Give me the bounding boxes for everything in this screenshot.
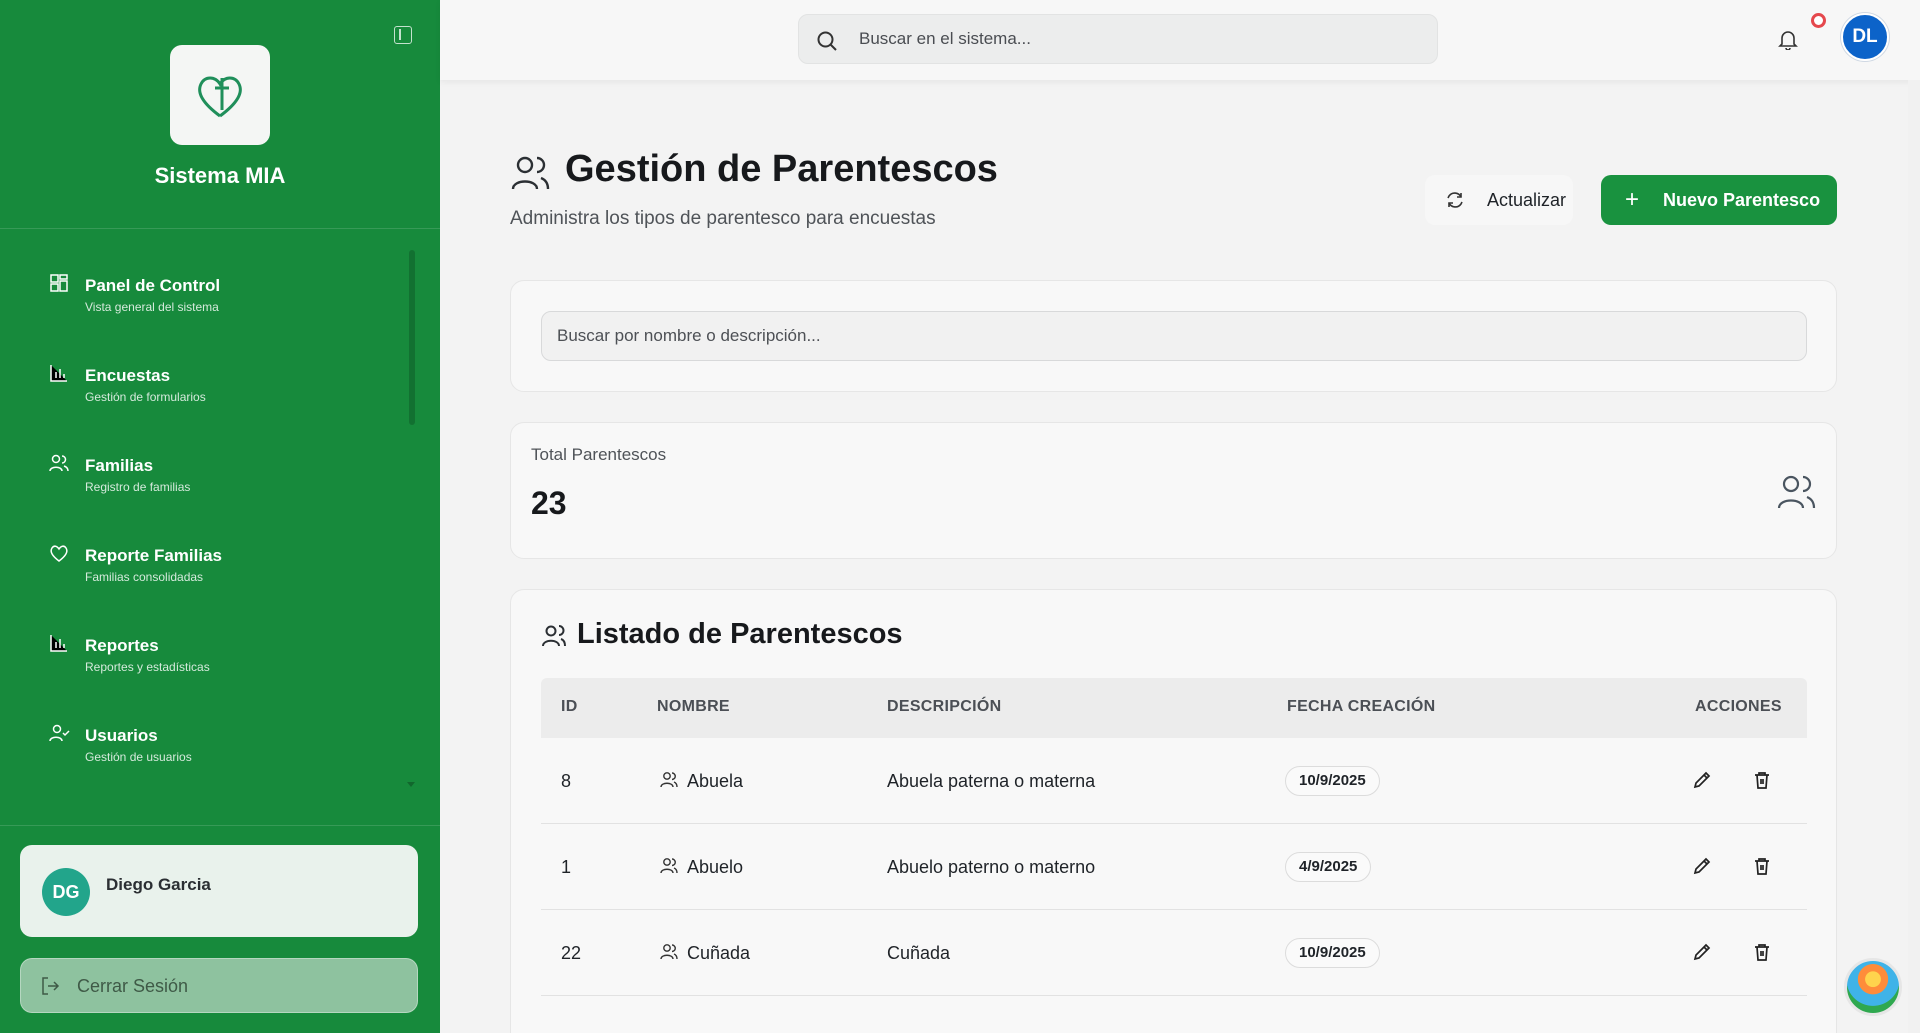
page-scrollbar[interactable] <box>1908 80 1920 1033</box>
table-row: 8 Abuela Abuela paterna o materna 10/9/2… <box>541 738 1807 824</box>
list-card: Listado de Parentescos ID NOMBRE DESCRIP… <box>510 589 1837 1033</box>
brand-title: Sistema MIA <box>154 163 286 188</box>
table-header: ID NOMBRE DESCRIPCIÓN FECHA CREACIÓN ACC… <box>541 678 1807 738</box>
sidebar-item-label: Familias <box>85 456 154 475</box>
users-icon <box>511 156 550 190</box>
stat-card: Total Parentescos 23 <box>510 422 1837 559</box>
users-icon <box>49 454 69 472</box>
top-bar: DL <box>440 0 1920 80</box>
user-check-icon <box>49 724 70 742</box>
brand-logo <box>170 45 270 145</box>
plus-icon: + <box>1625 186 1640 213</box>
stat-label: Total Parentescos <box>531 445 667 464</box>
sidebar-item-label: Reporte Familias <box>85 546 222 565</box>
profile-avatar[interactable]: DL <box>1841 13 1889 61</box>
cell-nombre: Cuñada <box>687 943 751 963</box>
cell-id: 1 <box>561 857 572 877</box>
new-parentesco-label: Nuevo Parentesco <box>1663 190 1821 210</box>
sidebar-item-reportes[interactable]: Reportes Reportes y estadísticas <box>0 610 420 680</box>
edit-icon[interactable] <box>1691 941 1713 963</box>
refresh-label: Actualizar <box>1487 190 1567 210</box>
edit-icon[interactable] <box>1691 855 1713 877</box>
refresh-button[interactable]: Actualizar <box>1425 175 1573 225</box>
sidebar-item-sublabel: Familias consolidadas <box>85 570 204 584</box>
sidebar-item-label: Usuarios <box>85 726 158 745</box>
cell-nombre: Abuela <box>687 771 744 791</box>
date-badge: 10/9/2025 <box>1285 766 1380 796</box>
trash-icon[interactable] <box>1751 769 1773 791</box>
sidebar-item-sublabel: Gestión de formularios <box>85 390 206 404</box>
users-icon <box>660 858 678 874</box>
logout-button[interactable]: Cerrar Sesión <box>20 958 418 1013</box>
sidebar-item-usuarios[interactable]: Usuarios Gestión de usuarios <box>0 700 420 770</box>
floating-widget-button[interactable] <box>1844 958 1902 1016</box>
column-header-nombre: NOMBRE <box>657 698 730 715</box>
heart-icon <box>50 545 68 562</box>
sidebar-item-label: Reportes <box>85 636 159 655</box>
trash-icon[interactable] <box>1751 855 1773 877</box>
page-title: Gestión de Parentescos <box>565 148 998 190</box>
sidebar-item-reporte-familias[interactable]: Reporte Familias Familias consolidadas <box>0 520 420 590</box>
sidebar-scrollbar[interactable] <box>409 250 415 425</box>
sidebar-item-sublabel: Registro de familias <box>85 480 191 494</box>
users-icon <box>660 772 678 788</box>
global-search-input[interactable] <box>859 15 1419 63</box>
logout-label: Cerrar Sesión <box>77 976 189 996</box>
dashboard-icon <box>50 274 68 292</box>
bar-chart-icon <box>50 365 67 382</box>
sidebar-divider <box>0 825 440 826</box>
users-icon <box>660 944 678 960</box>
new-parentesco-button[interactable]: + Nuevo Parentesco <box>1601 175 1837 225</box>
scroll-down-arrow-icon[interactable] <box>407 782 415 787</box>
table-row: 22 Cuñada Cuñada 10/9/2025 <box>541 910 1807 996</box>
filter-card <box>510 280 1837 392</box>
search-icon <box>817 31 837 51</box>
column-header-id: ID <box>561 698 578 715</box>
cell-nombre: Abuelo <box>687 857 744 877</box>
table-row: 1 Abuelo Abuelo paterno o materno 4/9/20… <box>541 824 1807 910</box>
users-icon <box>1777 475 1816 509</box>
sidebar-item-sublabel: Reportes y estadísticas <box>85 660 210 674</box>
date-badge: 4/9/2025 <box>1285 852 1372 882</box>
cell-id: 8 <box>561 771 572 791</box>
date-badge: 10/9/2025 <box>1285 938 1380 968</box>
column-header-descripcion: DESCRIPCIÓN <box>887 698 1002 715</box>
page-subtitle: Administra los tipos de parentesco para … <box>510 208 936 229</box>
global-search[interactable] <box>798 14 1438 64</box>
bell-icon[interactable] <box>1778 28 1798 50</box>
logout-icon <box>42 977 60 995</box>
cell-id: 22 <box>561 943 582 963</box>
sidebar-divider <box>0 228 440 229</box>
trash-icon[interactable] <box>1751 941 1773 963</box>
sidebar-item-encuestas[interactable]: Encuestas Gestión de formularios <box>0 340 420 410</box>
user-card[interactable]: DG Diego Garcia <box>20 845 418 937</box>
heart-cross-logo-icon <box>198 76 242 118</box>
sidebar: Sistema MIA Panel de Control Vista gener… <box>0 0 440 1033</box>
cell-descripcion: Cuñada <box>887 943 951 963</box>
cell-descripcion: Abuela paterna o materna <box>887 771 1096 791</box>
column-header-acciones: ACCIONES <box>1695 698 1782 715</box>
column-header-fecha: FECHA CREACIÓN <box>1287 698 1436 715</box>
user-name: Diego Garcia <box>106 875 211 894</box>
refresh-icon <box>1447 192 1463 208</box>
users-icon <box>542 625 566 647</box>
filter-search-input[interactable] <box>541 311 1807 361</box>
sidebar-item-label: Encuestas <box>85 366 171 385</box>
stat-value: 23 <box>531 485 567 521</box>
sidebar-item-sublabel: Gestión de usuarios <box>85 750 192 764</box>
sidebar-item-familias[interactable]: Familias Registro de familias <box>0 430 420 500</box>
user-avatar: DG <box>42 868 90 916</box>
edit-icon[interactable] <box>1691 769 1713 791</box>
notification-badge <box>1811 13 1826 28</box>
cell-descripcion: Abuelo paterno o materno <box>887 857 1096 877</box>
sidebar-item-panel-de-control[interactable]: Panel de Control Vista general del siste… <box>0 250 420 320</box>
sidebar-item-label: Panel de Control <box>85 276 221 295</box>
sidebar-item-sublabel: Vista general del sistema <box>85 300 219 314</box>
bar-chart-icon <box>50 635 67 652</box>
sidebar-collapse-icon[interactable] <box>394 26 412 44</box>
list-title: Listado de Parentescos <box>577 618 903 650</box>
